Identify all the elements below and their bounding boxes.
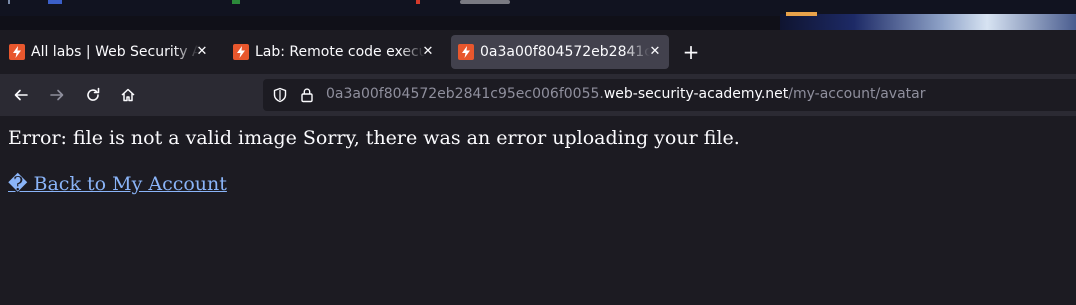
burp-lightning-icon (9, 44, 25, 60)
taskbar-app-icon (416, 0, 420, 4)
arrow-right-icon (50, 89, 64, 101)
tracking-protection-shield-icon[interactable] (272, 87, 288, 103)
os-top-strip (0, 0, 1076, 30)
wallpaper-accent (786, 12, 817, 16)
back-button[interactable] (7, 81, 35, 109)
tab-bar: All labs | Web Security Academy ✕ Lab: R… (0, 30, 1076, 74)
taskbar-glyph (8, 0, 10, 4)
burp-lightning-icon (233, 44, 249, 60)
tab-title: Lab: Remote code execution via web shell… (255, 44, 425, 60)
close-icon[interactable]: ✕ (420, 44, 436, 60)
address-bar[interactable]: 0a3a00f804572eb2841c95ec006f0055.web-sec… (263, 79, 1076, 111)
forward-button[interactable] (43, 81, 71, 109)
tab-title: All labs | Web Security Academy (31, 44, 199, 60)
taskbar-app-icon (48, 0, 62, 4)
tab-title: 0a3a00f804572eb2841c95ec006f0055.web-sec… (480, 44, 650, 60)
navigation-toolbar: 0a3a00f804572eb2841c95ec006f0055.web-sec… (0, 74, 1076, 116)
url-host: web-security-academy.net (603, 86, 789, 102)
close-icon[interactable]: ✕ (647, 44, 663, 60)
lock-icon[interactable] (299, 87, 315, 103)
taskbar-text (460, 0, 510, 4)
back-to-my-account-link[interactable]: � Back to My Account (8, 173, 227, 195)
tab-lab-rce[interactable]: Lab: Remote code execution via web shell… (226, 35, 442, 69)
close-icon[interactable]: ✕ (194, 44, 210, 60)
url-subdomain: 0a3a00f804572eb2841c95ec006f0055. (326, 86, 604, 102)
wallpaper-fragment (780, 14, 1076, 30)
home-button[interactable] (114, 81, 142, 109)
url-path: /my-account/avatar (788, 86, 926, 102)
home-icon (121, 88, 135, 102)
burp-lightning-icon (458, 44, 474, 60)
taskbar-app-icon (232, 0, 240, 4)
url-text[interactable]: 0a3a00f804572eb2841c95ec006f0055.web-sec… (326, 86, 925, 102)
reload-button[interactable] (79, 81, 107, 109)
reload-icon (87, 87, 100, 101)
arrow-left-icon (14, 89, 28, 101)
tab-active-avatar[interactable]: 0a3a00f804572eb2841c95ec006f0055.web-sec… (451, 35, 669, 69)
upload-error-message: Error: file is not a valid image Sorry, … (8, 127, 740, 149)
new-tab-button[interactable]: + (680, 42, 702, 64)
tab-all-labs[interactable]: All labs | Web Security Academy ✕ (2, 35, 216, 69)
page-content: Error: file is not a valid image Sorry, … (0, 116, 1076, 305)
